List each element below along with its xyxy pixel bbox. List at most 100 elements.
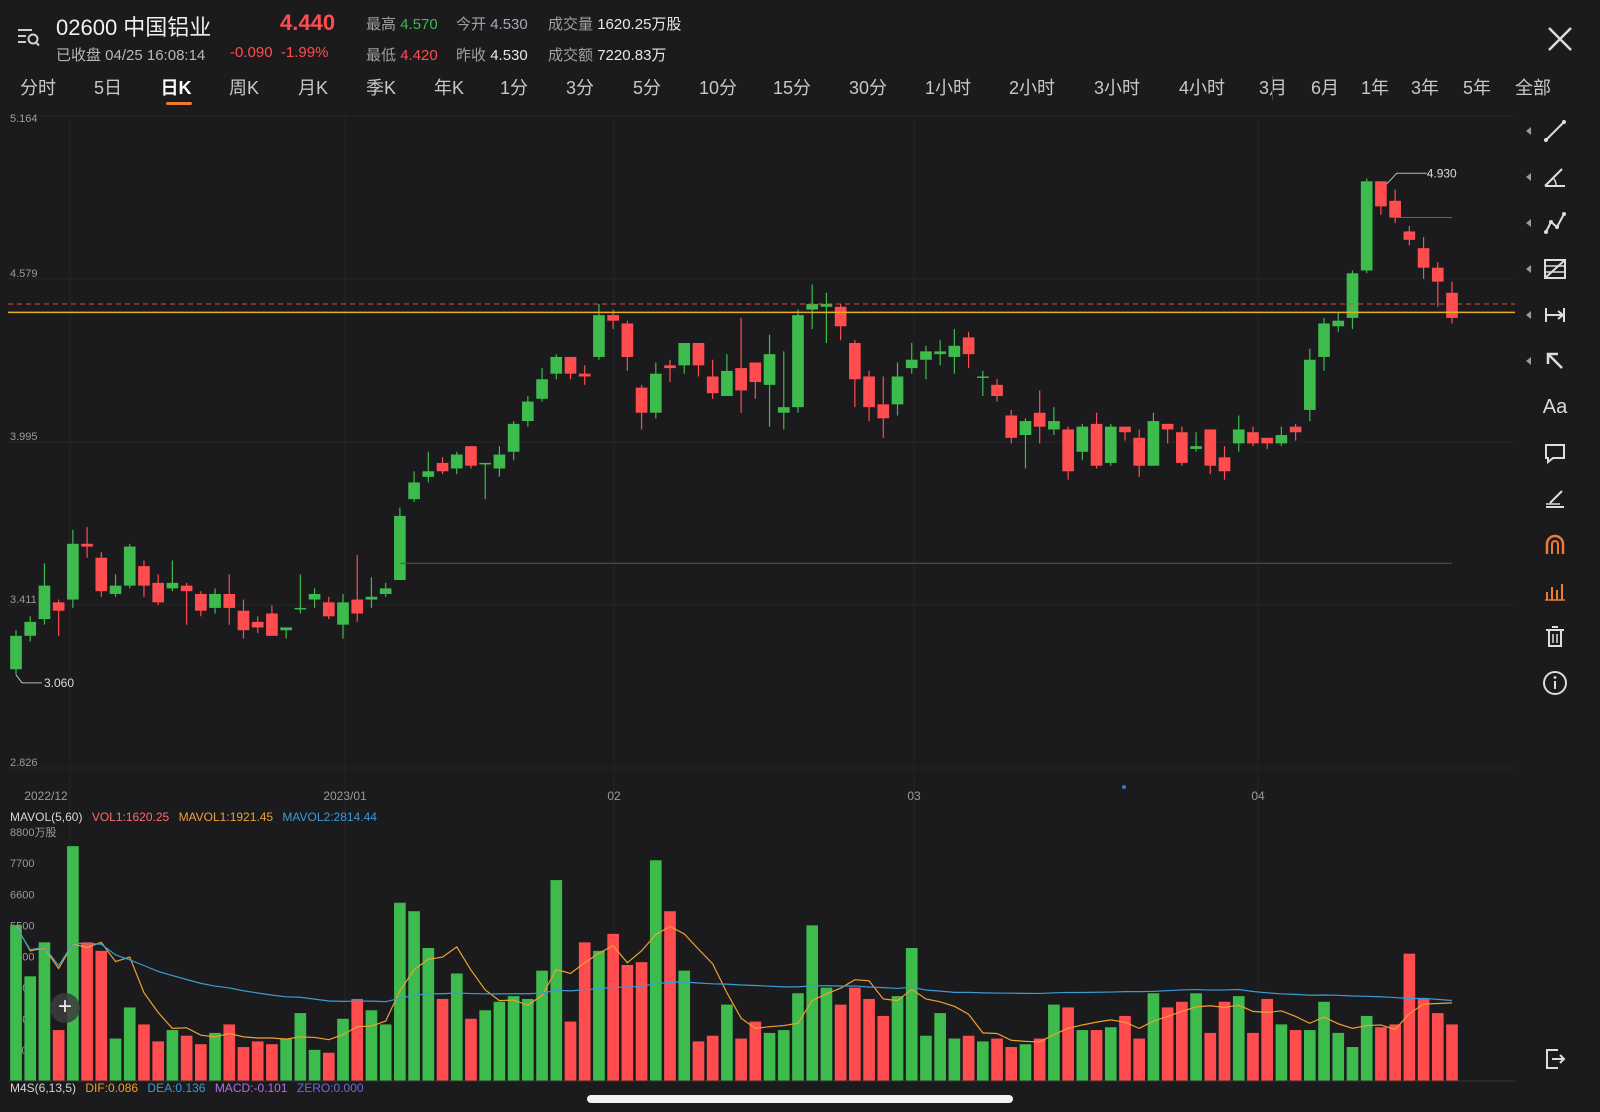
candle-body [1176,432,1188,463]
tab-17[interactable]: 3月 [1259,74,1287,100]
tab-5[interactable]: 季K [366,74,396,100]
expand-arrow-icon[interactable] [1526,127,1531,135]
stock-title: 02600 中国铝业 [56,15,212,40]
dif-value: DIF:0.086 [85,1081,139,1095]
candle-body [934,351,946,355]
macd-title: M4S(6,13,5) [10,1081,77,1095]
volume-bar [1104,1027,1117,1081]
tab-3[interactable]: 周K [229,74,259,100]
candle-body [1218,457,1231,472]
trash-icon[interactable] [1538,620,1572,654]
tab-15[interactable]: 3小时 [1094,74,1140,100]
volume-bar [763,1032,776,1081]
tab-16[interactable]: 4小时 [1179,74,1225,100]
volume-bar [38,942,51,1081]
tab-20[interactable]: 3年 [1411,74,1439,100]
tab-1[interactable]: 5日 [94,74,122,100]
stat-low: 最低 4.420 [366,47,438,64]
measure-icon[interactable] [1538,298,1572,332]
bars-pattern-icon[interactable] [1538,574,1572,608]
tab-18[interactable]: 6月 [1311,74,1339,100]
tab-8[interactable]: 3分 [566,74,594,100]
expand-arrow-icon[interactable] [1526,311,1531,319]
tab-4[interactable]: 月K [298,74,328,100]
volume-bar [436,998,449,1081]
tab-10[interactable]: 10分 [699,74,737,100]
chart-area[interactable]: 5.164 4.579 3.995 3.411 2.826 2022/12 2023/01 0… [0,106,1520,1106]
candle-body [95,557,108,592]
volume-bar [266,1044,278,1081]
volume-bar [1247,1032,1259,1081]
candle-body [10,635,22,670]
tab-9[interactable]: 5分 [633,74,661,100]
volume-legend: MAVOL(5,60) VOL1:1620.25 MAVOL1:1921.45 … [10,810,383,824]
volume-bar [251,1041,264,1081]
home-indicator[interactable] [587,1095,1013,1103]
volume-bar [1431,1013,1444,1081]
volume-bar [991,1038,1003,1081]
volume-bar [1303,1030,1316,1081]
tab-11[interactable]: 15分 [773,74,811,100]
volume-bar [721,1004,733,1081]
tab-22[interactable]: 全部 [1515,74,1551,100]
magnet-icon[interactable] [1538,528,1572,562]
expand-arrow-icon[interactable] [1526,173,1531,181]
candle-body [1431,267,1444,282]
info-icon[interactable] [1538,666,1572,700]
date-tick-label: 02 [607,789,621,803]
kline-chart[interactable]: 5.164 4.579 3.995 3.411 2.826 2022/12 2023/01 0… [0,106,1520,1106]
add-indicator-button[interactable]: + [50,993,80,1023]
volume-bar [123,1007,136,1081]
volume-bar [1218,1001,1231,1081]
tab-0[interactable]: 分时 [20,74,56,100]
fib-grid-icon[interactable] [1538,252,1572,286]
volume-bar [422,948,435,1081]
tab-2[interactable]: 日K [161,74,192,100]
candle-body [24,621,37,636]
volume-bar [365,1010,378,1081]
volume-bar [1446,1024,1458,1081]
close-icon[interactable] [1545,24,1575,54]
volume-bar [649,860,662,1081]
candle-body [1275,435,1288,444]
tab-21[interactable]: 5年 [1463,74,1491,100]
angle-line-icon[interactable] [1538,160,1572,194]
candle-body [493,454,506,469]
export-icon[interactable] [1538,1042,1572,1076]
volume-bar [450,973,463,1081]
candle-body [507,423,520,452]
volume-bar [1289,1030,1302,1081]
expand-arrow-icon[interactable] [1526,219,1531,227]
pen-icon[interactable] [1538,482,1572,516]
volume-bar [1161,1007,1174,1081]
tab-19[interactable]: 1年 [1361,74,1389,100]
text-icon[interactable]: Aa [1538,390,1572,424]
volume-bar [607,933,619,1081]
macd-value: MACD:-0.101 [214,1081,288,1095]
search-menu-icon[interactable] [14,22,42,50]
tab-6[interactable]: 年K [434,74,464,100]
candle-body [308,593,321,600]
max-price-label: 4.930 [1427,166,1457,180]
volume-bar [550,880,563,1081]
volume-bar [1375,1027,1387,1081]
trend-line-icon[interactable] [1538,114,1572,148]
volume-bar [849,987,861,1081]
arrow-icon[interactable] [1538,344,1572,378]
volume-bar [664,911,676,1081]
expand-arrow-icon[interactable] [1526,357,1531,365]
candle-body [976,376,989,378]
tab-12[interactable]: 30分 [849,74,887,100]
polyline-icon[interactable] [1538,206,1572,240]
candle-body [692,343,705,366]
mavol2-value: MAVOL2:2814.44 [282,810,377,824]
tab-13[interactable]: 1小时 [925,74,971,100]
comment-icon[interactable] [1538,436,1572,470]
expand-arrow-icon[interactable] [1526,265,1531,273]
min-marker-line [15,674,42,684]
tab-7[interactable]: 1分 [500,74,528,100]
stat-prev-close: 昨收 4.530 [456,47,528,64]
tab-14[interactable]: 2小时 [1009,74,1055,100]
volume-bar [1147,993,1160,1081]
candle-body [294,607,307,610]
